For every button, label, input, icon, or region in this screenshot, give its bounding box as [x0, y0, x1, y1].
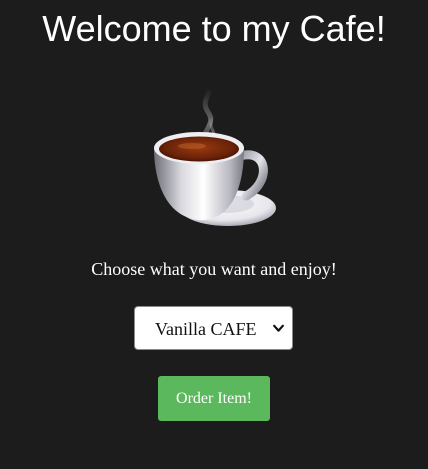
order-item-button[interactable]: Order Item!: [158, 376, 270, 421]
chevron-down-icon: [273, 324, 284, 332]
menu-prompt: Choose what you want and enjoy!: [91, 259, 337, 279]
menu-select-value: Vanilla CAFE: [155, 319, 257, 339]
cafe-page: Welcome to my Cafe! Choose what you want…: [0, 0, 428, 469]
coffee-cup-icon: [154, 86, 276, 226]
menu-select[interactable]: Vanilla CAFE: [134, 306, 293, 350]
page-title: Welcome to my Cafe!: [42, 8, 386, 49]
